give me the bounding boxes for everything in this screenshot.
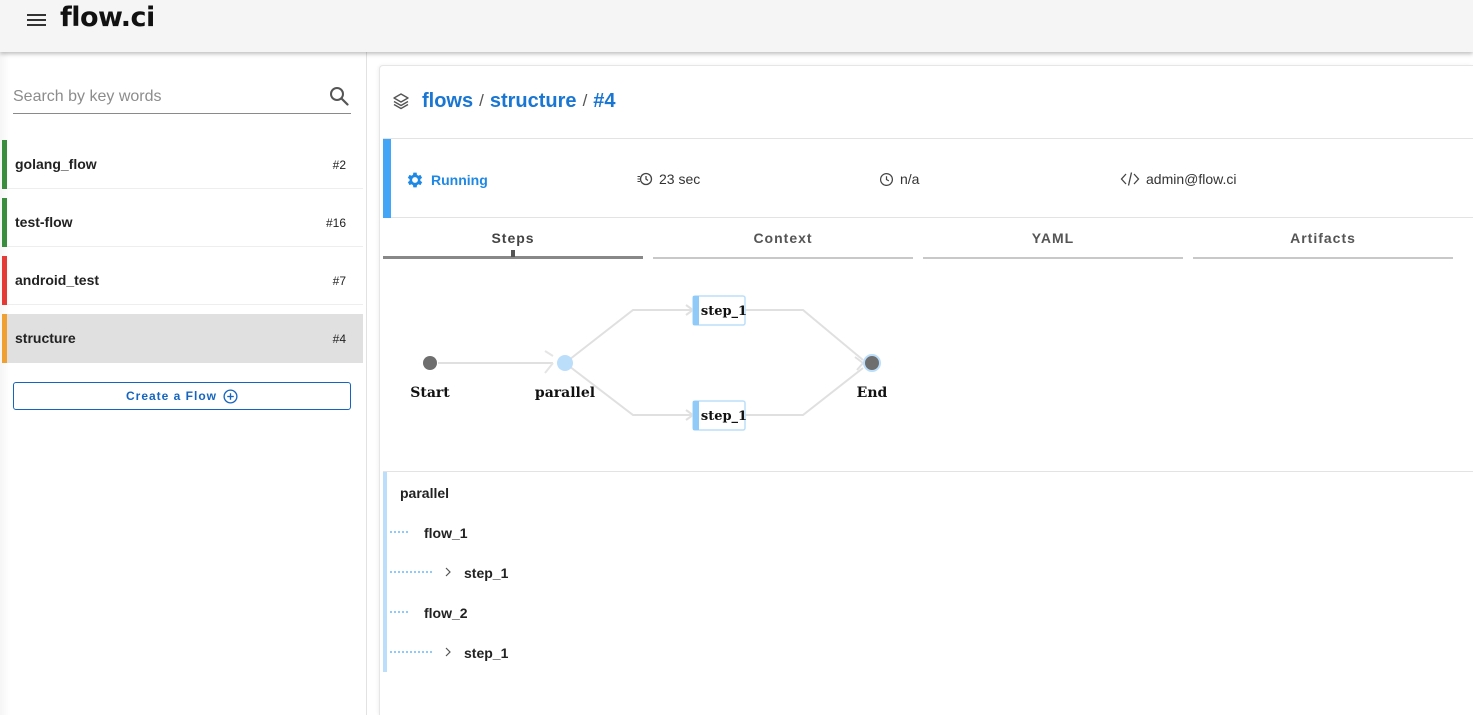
tab-artifacts[interactable]: Artifacts (1193, 221, 1453, 259)
clock-icon (879, 172, 894, 186)
chevron-right-icon[interactable] (443, 567, 453, 577)
flow-list-item-golang-flow[interactable]: golang_flow #2 (2, 140, 363, 189)
app-logo: flow.ci (60, 2, 155, 33)
tab-label: YAML (1031, 230, 1075, 246)
graph-label-step: step_1 (701, 409, 747, 424)
search-box (13, 82, 351, 114)
graph-node-end[interactable] (863, 354, 881, 372)
job-duration: 23 sec (637, 171, 700, 187)
graph-node-start[interactable] (423, 356, 437, 370)
tab-label: Artifacts (1290, 230, 1356, 246)
tab-active-indicator (511, 250, 515, 257)
graph-label-end: End (857, 385, 888, 401)
flow-build-number: #2 (332, 158, 346, 172)
tree-connector (390, 651, 432, 653)
search-icon[interactable] (329, 86, 349, 106)
flow-build-number: #7 (332, 274, 346, 288)
breadcrumb-flow-link[interactable]: structure (490, 90, 577, 113)
tree-connector (390, 611, 408, 613)
tab-yaml[interactable]: YAML (923, 221, 1183, 259)
flow-name: golang_flow (15, 156, 97, 172)
flow-status-bar (2, 314, 7, 363)
flow-name: structure (15, 330, 76, 346)
tree-item-step-1[interactable]: step_1 (464, 565, 508, 581)
tree-connector (390, 531, 408, 533)
tab-context[interactable]: Context (653, 221, 913, 259)
flow-list-item-structure[interactable]: structure #4 (2, 314, 363, 363)
flow-build-number: #4 (332, 332, 346, 346)
finished-text: n/a (900, 171, 920, 187)
graph-label-step: step_1 (701, 304, 747, 319)
create-flow-button[interactable]: Create a Flow (13, 382, 351, 410)
tree-item-flow-2[interactable]: flow_2 (424, 605, 468, 621)
flow-status-bar (2, 198, 7, 247)
tab-label: Steps (491, 230, 535, 246)
job-status: Running (405, 170, 488, 190)
graph-label-start: Start (410, 385, 450, 401)
tree-divider (383, 471, 1473, 472)
menu-icon[interactable] (27, 12, 47, 28)
graph-node-parallel[interactable] (557, 355, 573, 371)
tree-item-parallel[interactable]: parallel (400, 485, 449, 501)
gear-icon (407, 172, 423, 188)
flow-name: test-flow (15, 214, 73, 230)
status-text: Running (431, 172, 488, 188)
tab-label: Context (753, 230, 813, 246)
graph-label-parallel: parallel (535, 385, 595, 401)
job-finished-time: n/a (879, 171, 919, 187)
chevron-right-icon[interactable] (443, 647, 453, 657)
flow-status-bar (2, 140, 7, 189)
breadcrumb-separator: / (582, 91, 588, 110)
flow-list-item-android-test[interactable]: android_test #7 (2, 256, 363, 305)
add-circle-icon (223, 388, 238, 404)
app-bar: flow.ci (0, 0, 1473, 52)
search-input[interactable] (13, 85, 313, 109)
flow-list-item-test-flow[interactable]: test-flow #16 (2, 198, 363, 247)
tree-item-flow-1[interactable]: flow_1 (424, 525, 468, 541)
job-trigger-user: admin@flow.ci (1120, 171, 1236, 187)
breadcrumb: flows / structure / #4 (392, 88, 616, 114)
status-accent (383, 139, 391, 218)
job-status-bar (383, 138, 1473, 218)
tree-accent (383, 472, 387, 672)
breadcrumb-flows-link[interactable]: flows (422, 90, 473, 113)
breadcrumb-separator: / (479, 91, 484, 110)
duration-text: 23 sec (659, 171, 701, 187)
trigger-user-text: admin@flow.ci (1146, 171, 1237, 187)
tree-connector (390, 571, 432, 573)
flow-name: android_test (15, 272, 100, 288)
breadcrumb-job-link[interactable]: #4 (593, 90, 615, 113)
flow-status-bar (2, 256, 7, 305)
steps-graph: Start parallel step_1 step_1 End (410, 295, 888, 431)
tree-item-step-1[interactable]: step_1 (464, 645, 508, 661)
create-flow-label: Create a Flow (125, 389, 218, 403)
flow-build-number: #16 (325, 216, 346, 230)
graph-edges (438, 304, 865, 421)
history-icon (637, 172, 653, 186)
code-icon (1120, 172, 1140, 186)
layers-icon (393, 93, 409, 110)
